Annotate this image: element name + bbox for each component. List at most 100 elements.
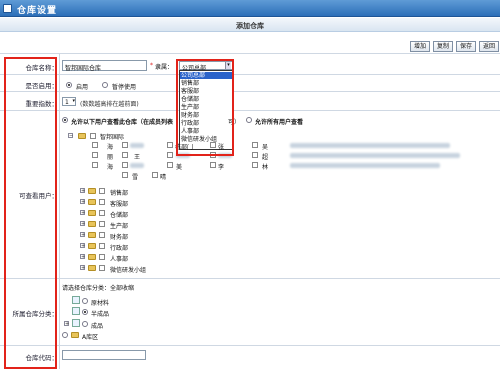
expand-icon[interactable]: + <box>80 199 85 205</box>
folder-icon <box>88 254 96 260</box>
category-radio[interactable] <box>82 309 88 315</box>
folder-icon <box>71 332 79 338</box>
department-label: 行政部 <box>110 245 129 252</box>
folder-icon <box>88 243 96 249</box>
department-label: 客服部 <box>110 201 129 208</box>
redacted-member-row <box>290 163 440 168</box>
warehouse-code-input[interactable] <box>62 350 146 360</box>
tree-checkbox[interactable] <box>99 232 105 238</box>
expand-icon[interactable]: + <box>80 221 85 227</box>
category-hint: 请选择仓库分类：全部收缩 <box>62 285 135 292</box>
folder-icon <box>88 221 96 227</box>
window-title: 仓库设置 <box>17 6 58 16</box>
category-tree: 原材料 半成品 + 成品 A库区 <box>62 294 182 344</box>
warehouse-name-value: 智邦国际仓库 <box>65 65 102 72</box>
member-checkbox[interactable] <box>122 152 128 158</box>
viewer-option-all: 允许所有用户查看 <box>255 119 304 126</box>
priority-value: 1 <box>65 99 69 106</box>
member-name: 美 <box>176 164 183 171</box>
member-checkbox[interactable] <box>252 142 258 148</box>
viewer-option-restricted: 允许以下用户查看此仓库（在成员列表 <box>71 119 174 126</box>
enabled-radio[interactable] <box>66 82 72 88</box>
member-checkbox[interactable] <box>167 162 173 168</box>
tree-checkbox[interactable] <box>99 188 105 194</box>
category-node-icon <box>72 319 80 327</box>
annotation-highlight-labels <box>4 57 57 369</box>
member-checkbox[interactable] <box>252 162 258 168</box>
row-divider <box>0 345 500 346</box>
category-radio[interactable] <box>82 321 88 327</box>
member-checkbox[interactable] <box>152 172 158 178</box>
redacted-member-row <box>290 143 450 148</box>
category-radio[interactable] <box>62 332 68 338</box>
member-name: 王 <box>134 154 141 161</box>
redacted-member-row <box>290 153 460 158</box>
category-label: 半成品 <box>91 311 110 318</box>
label-column-divider <box>59 54 60 369</box>
member-name: 李 <box>218 164 225 171</box>
required-mark: * <box>150 62 153 69</box>
settings-icon <box>3 4 12 13</box>
tree-checkbox[interactable] <box>90 133 96 139</box>
priority-hint: (数数越高排在越前面) <box>80 101 139 108</box>
enabled-off-label: 暂停使用 <box>112 84 137 91</box>
collapse-icon[interactable]: − <box>68 133 73 139</box>
row-divider <box>0 110 500 111</box>
expand-icon[interactable]: + <box>80 265 85 271</box>
department-label: 财务部 <box>110 234 129 241</box>
disabled-radio[interactable] <box>102 82 108 88</box>
category-label: 成品 <box>91 323 104 330</box>
row-divider <box>0 91 500 92</box>
warehouse-name-input[interactable]: 智邦国际仓库 <box>62 60 147 72</box>
save-button[interactable]: 保存 <box>456 41 476 52</box>
belong-label: 隶属： <box>155 64 174 71</box>
expand-icon[interactable]: + <box>64 321 69 327</box>
add-button[interactable]: 增加 <box>410 41 430 52</box>
department-label: 微信研发小组 <box>110 267 147 274</box>
redacted-name <box>130 163 144 168</box>
member-checkbox[interactable] <box>122 142 128 148</box>
tree-checkbox[interactable] <box>99 199 105 205</box>
expand-icon[interactable]: + <box>80 210 85 216</box>
back-button[interactable]: 返回 <box>479 41 499 52</box>
row-divider <box>0 74 500 75</box>
department-tree: + 销售部 + 客服部 + 仓储部 + 生产部 + 财务部 + 行政部 + 人事… <box>80 188 200 274</box>
member-checkbox[interactable] <box>92 142 98 148</box>
tree-root-label: 智邦国际 <box>100 134 125 141</box>
folder-icon <box>88 199 96 205</box>
department-label: 生产部 <box>110 223 129 230</box>
tree-checkbox[interactable] <box>99 254 105 260</box>
tree-checkbox[interactable] <box>99 265 105 271</box>
folder-icon <box>78 133 86 139</box>
expand-icon[interactable]: + <box>80 243 85 249</box>
expand-icon[interactable]: + <box>80 188 85 194</box>
member-checkbox[interactable] <box>92 152 98 158</box>
priority-select[interactable]: 1 ▾ <box>62 97 76 106</box>
member-checkbox[interactable] <box>92 162 98 168</box>
expand-icon[interactable]: + <box>80 232 85 238</box>
tree-checkbox[interactable] <box>99 243 105 249</box>
member-name: 林 <box>262 164 269 171</box>
member-name: 海 <box>107 164 114 171</box>
member-checkbox[interactable] <box>252 152 258 158</box>
tree-checkbox[interactable] <box>99 221 105 227</box>
member-name: 海 <box>107 144 114 151</box>
window-title-bar: 仓库设置 <box>0 0 500 17</box>
member-name: 超 <box>262 154 269 161</box>
tree-checkbox[interactable] <box>99 210 105 216</box>
member-checkbox[interactable] <box>122 162 128 168</box>
viewer-restricted-radio[interactable] <box>62 117 68 123</box>
member-checkbox[interactable] <box>167 142 173 148</box>
category-radio[interactable] <box>82 298 88 304</box>
viewer-all-radio[interactable] <box>246 117 252 123</box>
expand-icon[interactable]: + <box>80 254 85 260</box>
member-checkbox[interactable] <box>167 152 173 158</box>
member-checkbox[interactable] <box>122 172 128 178</box>
row-divider <box>0 278 500 279</box>
member-checkbox[interactable] <box>210 162 216 168</box>
chevron-down-icon[interactable]: ▾ <box>72 98 75 104</box>
category-label: A库区 <box>82 334 99 341</box>
department-label: 销售部 <box>110 190 129 197</box>
category-label: 原材料 <box>91 300 110 307</box>
copy-button[interactable]: 复制 <box>433 41 453 52</box>
